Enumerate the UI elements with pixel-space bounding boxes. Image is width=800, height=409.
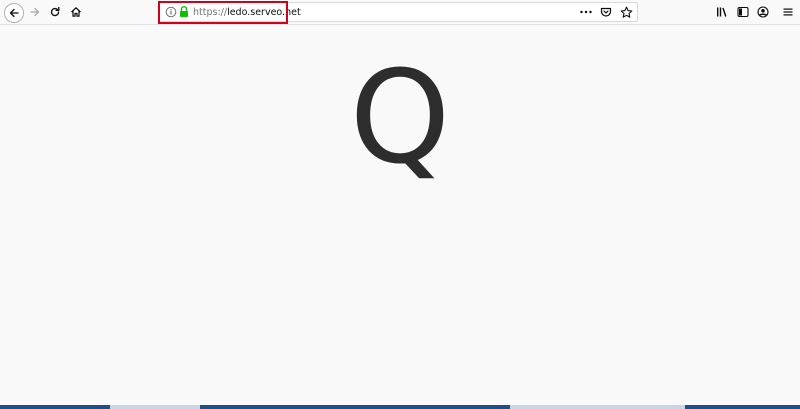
back-button[interactable]: [4, 3, 24, 23]
url-host: ledo.serveo.net: [227, 7, 301, 18]
page-actions-button[interactable]: [579, 5, 593, 19]
lock-icon[interactable]: [179, 5, 189, 18]
reload-icon: [50, 6, 60, 17]
home-icon: [71, 7, 81, 17]
page-content: Q: [0, 25, 800, 405]
taskbar-segment: [510, 405, 685, 409]
menu-button[interactable]: [780, 4, 796, 20]
taskbar-edge: [0, 405, 800, 409]
browser-window: https://ledo.serveo.net Q: [0, 0, 800, 409]
home-button[interactable]: [66, 2, 86, 22]
info-icon[interactable]: [165, 6, 177, 18]
forward-arrow-icon: [30, 7, 40, 17]
pocket-icon: [600, 7, 612, 17]
pocket-button[interactable]: [599, 5, 613, 19]
url-bar[interactable]: https://ledo.serveo.net: [158, 2, 638, 22]
hamburger-menu-icon: [783, 8, 793, 16]
forward-button[interactable]: [25, 2, 45, 22]
star-icon: [620, 6, 632, 18]
library-icon: [716, 7, 726, 17]
url-text[interactable]: https://ledo.serveo.net: [193, 6, 301, 19]
taskbar-segment: [110, 405, 200, 409]
page-actions: [579, 4, 633, 20]
page-glyph: Q: [349, 53, 451, 184]
sidebar-icon: [737, 6, 749, 18]
library-button[interactable]: [714, 4, 730, 20]
reload-button[interactable]: [45, 2, 65, 22]
back-arrow-icon: [9, 8, 19, 18]
bookmark-button[interactable]: [619, 5, 633, 19]
account-icon: [757, 6, 769, 18]
account-button[interactable]: [755, 4, 771, 20]
more-dots-icon: [580, 10, 592, 14]
url-scheme: https://: [193, 7, 228, 18]
sidebar-button[interactable]: [735, 4, 751, 20]
navigation-toolbar: https://ledo.serveo.net: [0, 0, 800, 25]
